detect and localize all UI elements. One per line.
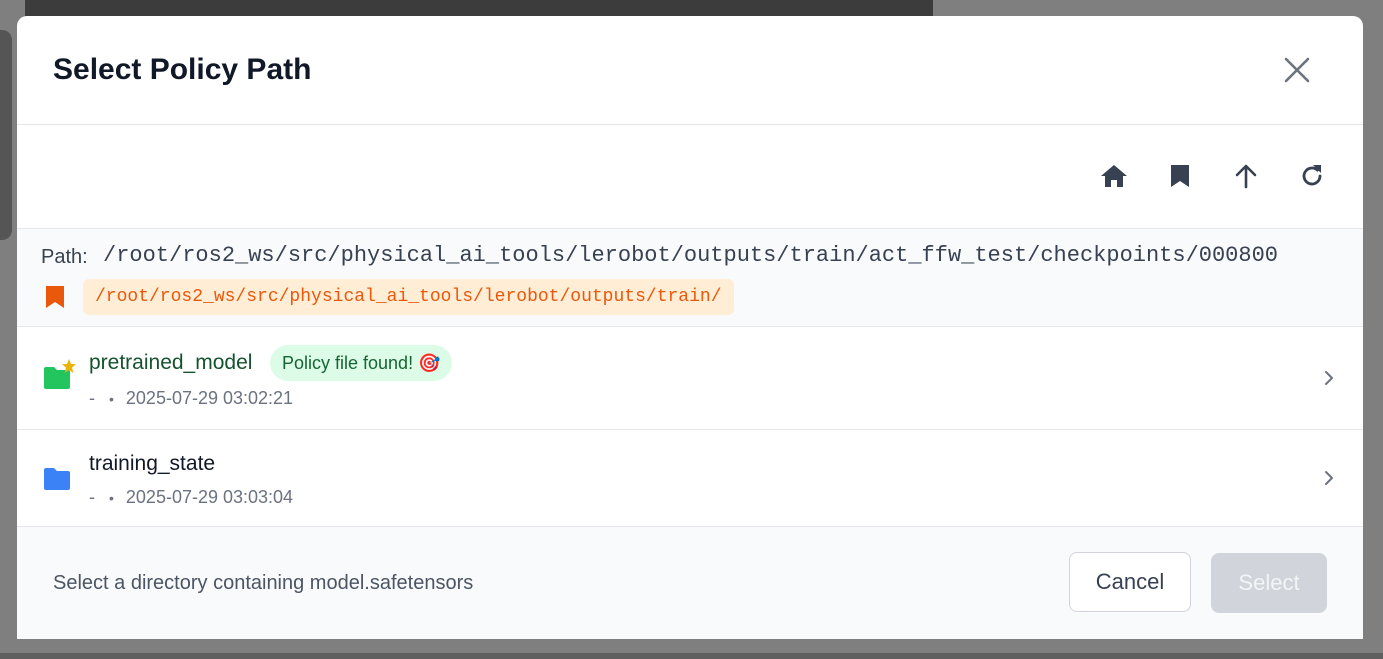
home-button[interactable]: [1099, 161, 1129, 191]
bookmark-icon: [1171, 165, 1189, 187]
arrow-up-icon: [1235, 164, 1257, 189]
folder-icon: [44, 468, 70, 490]
selection-hint: Select a directory containing model.safe…: [53, 572, 474, 594]
meta-separator: •: [109, 490, 114, 506]
bookmarked-path[interactable]: /root/ros2_ws/src/physical_ai_tools/lero…: [83, 279, 734, 315]
background-panel: [0, 30, 12, 240]
select-policy-dialog: Select Policy Path Path: /root/ros2_ws/s…: [17, 16, 1363, 639]
navigation-toolbar: [17, 125, 1363, 229]
badge-label: Policy file found! 🎯: [282, 352, 441, 373]
close-icon: [1284, 57, 1310, 83]
folder-size: -: [89, 388, 95, 408]
dialog-header: Select Policy Path: [17, 16, 1363, 125]
refresh-button[interactable]: [1297, 161, 1327, 191]
folder-modified: 2025-07-29 03:02:21: [125, 388, 294, 408]
star-icon: [62, 359, 76, 373]
refresh-icon: [1302, 165, 1322, 186]
close-button[interactable]: [1281, 54, 1313, 86]
cancel-button[interactable]: Cancel: [1069, 552, 1191, 612]
path-bar: Path: /root/ros2_ws/src/physical_ai_tool…: [17, 229, 1363, 327]
directory-list: pretrained_model Policy file found! 🎯 - •…: [17, 327, 1363, 527]
bookmark-icon: [46, 286, 64, 308]
dialog-title: Select Policy Path: [53, 53, 312, 86]
bookmark-button[interactable]: [1165, 161, 1195, 191]
folder-meta: - • 2025-07-29 03:03:04: [89, 487, 293, 508]
go-up-button[interactable]: [1231, 161, 1261, 191]
select-button[interactable]: Select: [1211, 553, 1327, 613]
path-label: Path:: [41, 246, 88, 268]
list-item[interactable]: training_state - • 2025-07-29 03:03:04: [17, 430, 1363, 527]
folder-size: -: [89, 487, 95, 507]
folder-modified: 2025-07-29 03:03:04: [125, 487, 294, 507]
current-path: /root/ros2_ws/src/physical_ai_tools/lero…: [103, 243, 1278, 268]
folder-name: pretrained_model: [89, 351, 253, 374]
background-strip: [0, 653, 1383, 659]
policy-found-badge: Policy file found! 🎯: [270, 345, 453, 381]
chevron-right-icon: [1325, 371, 1333, 385]
dialog-footer: Select a directory containing model.safe…: [17, 527, 1363, 639]
folder-meta: - • 2025-07-29 03:02:21: [89, 388, 293, 409]
background-window: [25, 0, 933, 16]
meta-separator: •: [109, 391, 114, 407]
folder-name: training_state: [89, 452, 216, 475]
home-icon: [1101, 165, 1127, 187]
chevron-right-icon: [1325, 471, 1333, 485]
list-item[interactable]: pretrained_model Policy file found! 🎯 - •…: [17, 327, 1363, 430]
